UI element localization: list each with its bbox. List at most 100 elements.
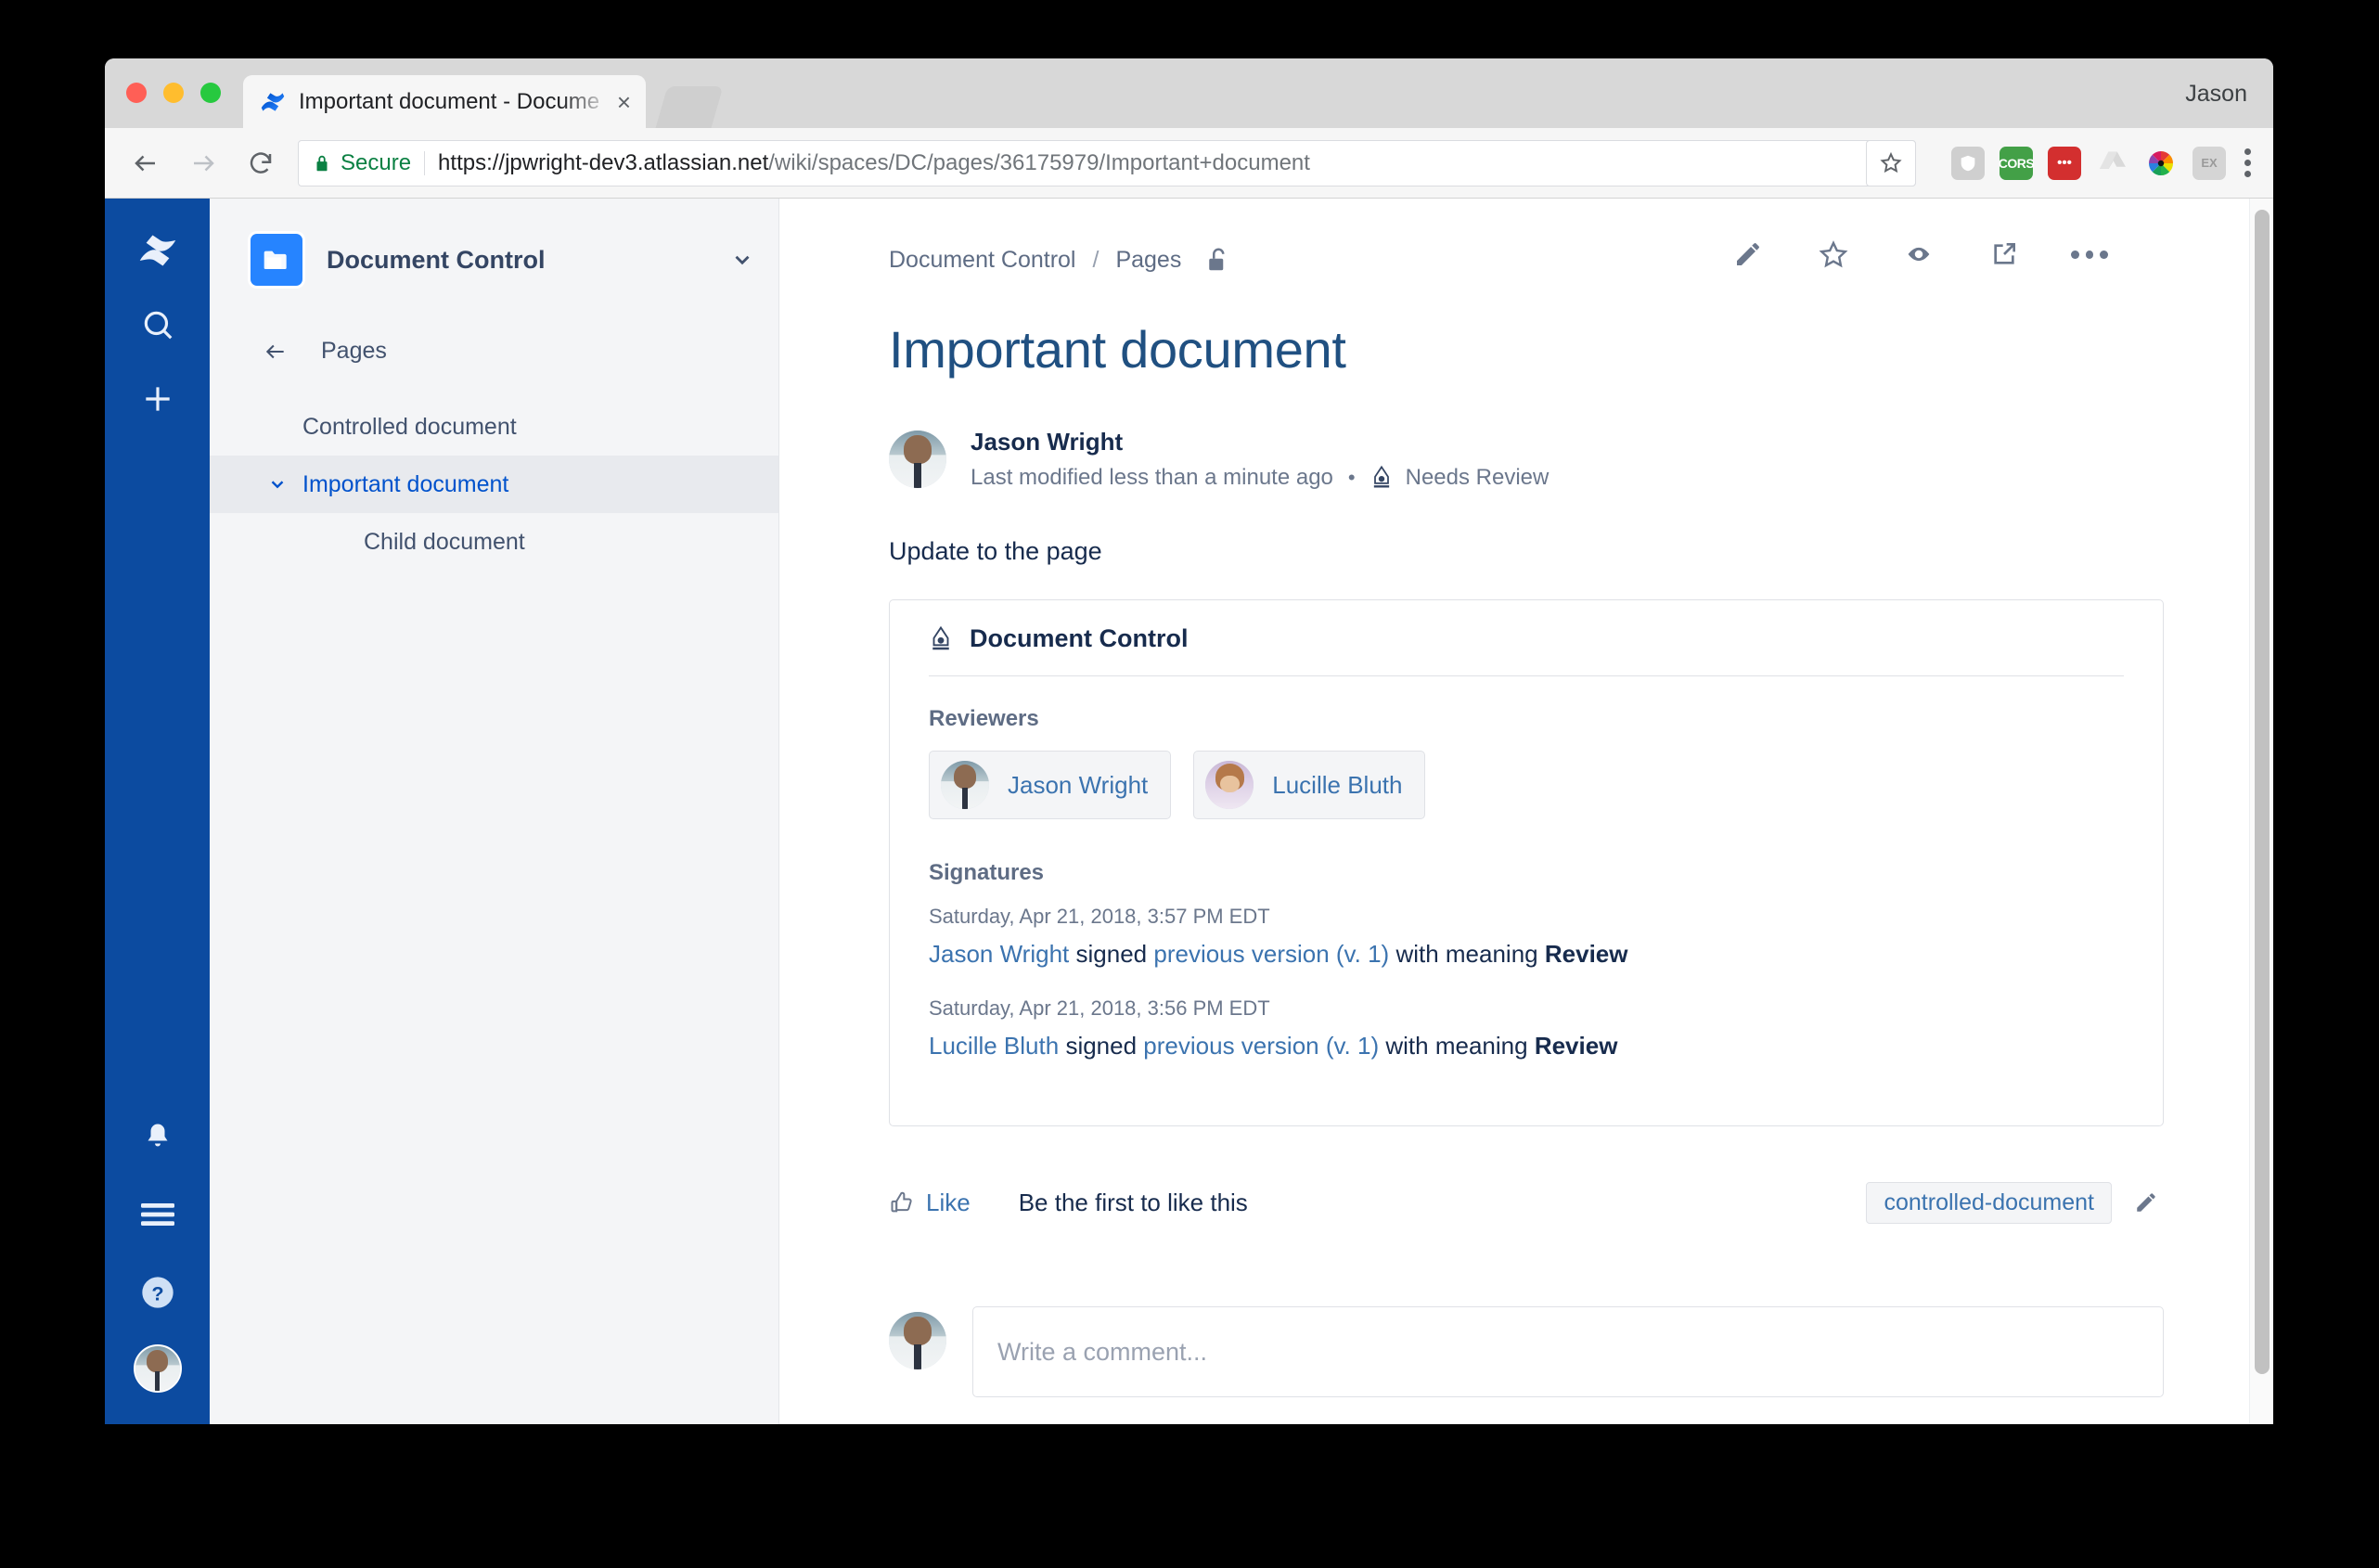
notifications-bell-icon[interactable] <box>132 1111 184 1163</box>
help-icon[interactable]: ? <box>132 1266 184 1318</box>
new-tab-button[interactable] <box>655 86 724 128</box>
google-drive-extension-icon[interactable] <box>2096 147 2129 180</box>
back-icon[interactable] <box>125 143 166 184</box>
bookmark-star-icon[interactable] <box>1866 139 1916 186</box>
page-tree-item-child-document[interactable]: Child document <box>210 513 778 571</box>
breadcrumb-space[interactable]: Document Control <box>889 247 1075 274</box>
global-navigation-rail: ? <box>105 199 210 1424</box>
page-viewport: ? Document Control Pages Controlled docu… <box>105 199 2273 1424</box>
chevron-down-icon[interactable] <box>267 474 288 495</box>
document-control-panel: Document Control Reviewers Jason Wright … <box>889 599 2164 1127</box>
signature-statement: Jason Wright signed previous version (v.… <box>929 938 2124 970</box>
version-link[interactable]: previous version (v. 1) <box>1143 1032 1379 1060</box>
document-control-panel-title: Document Control <box>970 624 1189 652</box>
reviewer-name[interactable]: Lucille Bluth <box>1272 771 1402 800</box>
cors-extension-icon[interactable]: CORS <box>1999 146 2035 180</box>
breadcrumb-section[interactable]: Pages <box>1115 247 1181 274</box>
page-tree-item-important-document[interactable]: Important document <box>210 456 778 513</box>
vertical-scrollbar[interactable] <box>2249 199 2273 1424</box>
reviewer-name[interactable]: Jason Wright <box>1008 771 1148 800</box>
signer-link[interactable]: Jason Wright <box>929 940 1069 968</box>
back-arrow-icon <box>262 340 289 364</box>
ex-upload-extension-icon[interactable]: EX <box>2193 146 2226 180</box>
document-control-panel-header: Document Control <box>929 624 2124 675</box>
space-sidebar: Document Control Pages Controlled docume… <box>210 199 779 1424</box>
page-content: Document Control / Pages Important docum… <box>779 199 2273 1424</box>
maximize-window-button[interactable] <box>200 83 221 103</box>
color-wheel-extension-icon[interactable] <box>2144 147 2178 180</box>
app-switcher-icon[interactable] <box>132 1189 184 1240</box>
reviewer-chip[interactable]: Lucille Bluth <box>1193 751 1426 819</box>
lock-icon <box>312 153 332 174</box>
breadcrumb-separator: / <box>1092 246 1099 273</box>
close-tab-icon[interactable]: × <box>617 90 631 114</box>
sidebar-back-to-pages[interactable]: Pages <box>210 286 778 365</box>
lastpass-extension-icon[interactable]: ••• <box>2048 146 2081 180</box>
byline-meta: Last modified less than a minute ago • N… <box>971 465 1549 491</box>
unlocked-padlock-icon[interactable] <box>1205 246 1229 274</box>
signer-link[interactable]: Lucille Bluth <box>929 1032 1059 1060</box>
reviewer-chip[interactable]: Jason Wright <box>929 751 1172 819</box>
browser-tab[interactable]: Important document - Docume × <box>243 75 646 128</box>
window-controls[interactable] <box>126 83 221 103</box>
close-window-button[interactable] <box>126 83 147 103</box>
shield-extension-icon[interactable] <box>1951 146 1985 180</box>
browser-toolbar: Secure https://jpwright-dev3.atlassian.n… <box>105 128 2273 199</box>
create-icon[interactable] <box>132 373 184 425</box>
user-avatar[interactable] <box>133 1344 182 1393</box>
page-tree-item-label: Controlled document <box>302 413 517 440</box>
signature-statement: Lucille Bluth signed previous version (v… <box>929 1030 2124 1062</box>
signature-timestamp: Saturday, Apr 21, 2018, 3:57 PM EDT <box>929 905 1270 928</box>
avatar <box>941 761 989 809</box>
like-count-note: Be the first to like this <box>1018 1188 1248 1216</box>
url-scheme-host: https://jpwright-dev3.atlassian.net <box>438 149 769 175</box>
comment-input[interactable]: Write a comment... <box>972 1306 2164 1398</box>
confluence-logo-icon[interactable] <box>132 225 184 276</box>
signatures-label: Signatures <box>929 860 1045 885</box>
version-link[interactable]: previous version (v. 1) <box>1153 940 1389 968</box>
page-footer-actions: Like Be the first to like this controlle… <box>889 1178 2164 1227</box>
page-label-chip[interactable]: controlled-document <box>1866 1181 2112 1224</box>
page-tree-item-controlled-document[interactable]: Controlled document <box>210 398 778 456</box>
favorite-star-icon[interactable] <box>1815 236 1852 273</box>
signature-meaning: Review <box>1534 1032 1618 1060</box>
more-actions-icon[interactable] <box>2071 236 2109 273</box>
search-icon[interactable] <box>132 299 184 351</box>
avatar[interactable] <box>889 431 946 488</box>
avatar <box>889 1312 946 1370</box>
chrome-menu-icon[interactable] <box>2244 148 2251 177</box>
edit-page-icon[interactable] <box>1730 236 1767 273</box>
page-byline: Jason Wright Last modified less than a m… <box>889 428 2273 491</box>
avatar <box>1205 761 1254 809</box>
thumbs-up-icon <box>889 1189 915 1215</box>
signature-entry: Saturday, Apr 21, 2018, 3:56 PM EDT Luci… <box>929 996 2124 1062</box>
tab-title: Important document - Docume <box>299 88 600 114</box>
panel-divider <box>929 675 2124 676</box>
confluence-logo-icon <box>260 89 286 115</box>
byline-author[interactable]: Jason Wright <box>971 428 1549 456</box>
space-name: Document Control <box>327 245 546 274</box>
signature-verb: signed <box>1075 940 1148 968</box>
page-title: Important document <box>889 320 1346 379</box>
byline-modified: Last modified less than a minute ago <box>971 465 1333 490</box>
forward-icon <box>183 143 224 184</box>
minimize-window-button[interactable] <box>163 83 184 103</box>
signature-meaning-prefix: with meaning <box>1395 940 1538 968</box>
pen-nib-icon <box>929 625 953 653</box>
reviewers-label: Reviewers <box>929 706 1039 731</box>
signature-verb-text <box>1069 940 1075 968</box>
pen-nib-icon <box>1370 465 1393 491</box>
url-path: /wiki/spaces/DC/pages/36175979/Important… <box>768 149 1310 175</box>
address-bar[interactable]: Secure https://jpwright-dev3.atlassian.n… <box>298 139 1916 186</box>
reload-icon[interactable] <box>240 143 281 184</box>
watch-eye-icon[interactable] <box>1900 236 1937 273</box>
chrome-profile-name[interactable]: Jason <box>2185 81 2247 108</box>
chevron-down-icon[interactable] <box>730 248 754 272</box>
omnibox-divider <box>424 150 426 175</box>
like-button[interactable]: Like <box>889 1189 971 1217</box>
pencil-icon[interactable] <box>2134 1190 2158 1215</box>
scrollbar-thumb[interactable] <box>2255 210 2270 1374</box>
comment-placeholder: Write a comment... <box>997 1337 1208 1366</box>
space-header[interactable]: Document Control <box>210 199 778 286</box>
share-icon[interactable] <box>1986 236 2023 273</box>
